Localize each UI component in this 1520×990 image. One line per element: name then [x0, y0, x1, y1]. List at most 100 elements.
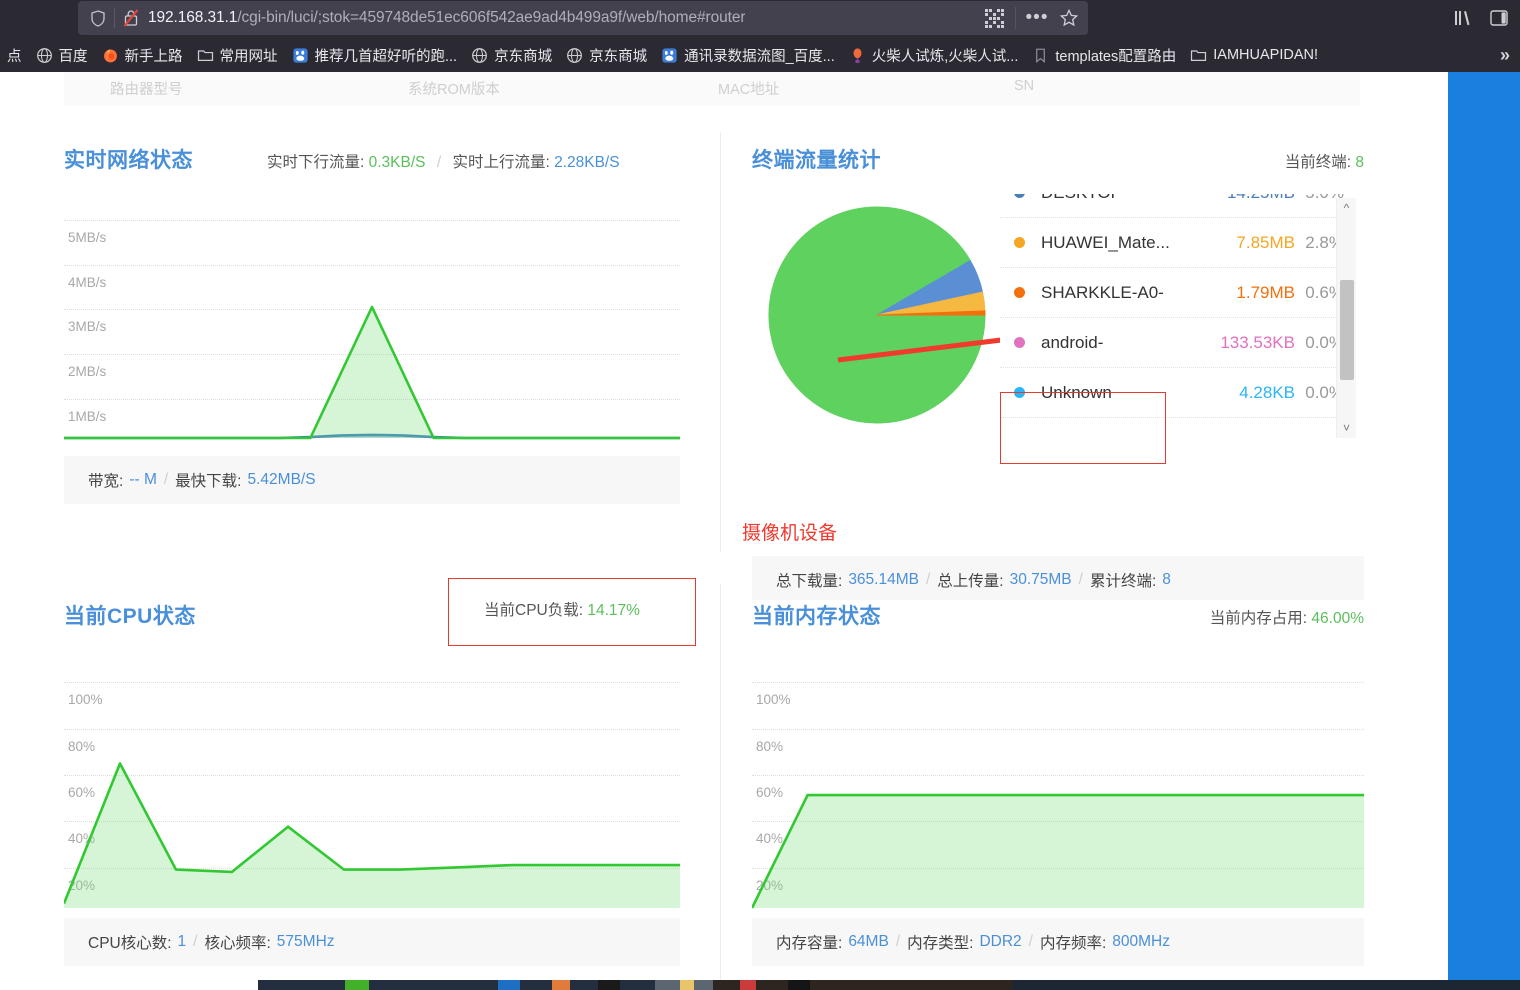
cpu-cores-value: 1: [177, 933, 187, 950]
legend-row[interactable]: DESKTOP-14.25MB5.0%: [1000, 194, 1344, 218]
info-col-sn: SN: [1014, 78, 1035, 94]
globe-icon: [567, 47, 583, 63]
memory-status-footer: 内存容量: 64MB / 内存类型: DDR2 / 内存频率: 800MHz: [752, 918, 1364, 966]
terminal-traffic-header: 终端流量统计 当前终端: 8: [752, 144, 1364, 174]
mem-footer-sep-2: /: [1028, 933, 1033, 950]
cpu-status-footer: CPU核心数: 1 / 核心频率: 575MHz: [64, 918, 680, 966]
firefox-icon: [103, 49, 117, 62]
broken-lock-icon[interactable]: [123, 9, 139, 27]
taskbar-icon-orange[interactable]: [552, 980, 570, 990]
current-terminals-label: 当前终端:: [1284, 154, 1352, 171]
memory-usage-chart: 20%40%60%80%100%: [752, 654, 1364, 922]
bookmark-item-3[interactable]: 常用网址: [190, 42, 285, 68]
browser-toolbar-right: [1448, 2, 1514, 34]
bookmark-item-7[interactable]: 通讯录数据流图_百度...: [654, 42, 842, 68]
bookmark-item-2[interactable]: 新手上路: [95, 42, 190, 68]
cpu-footer-sep-1: /: [193, 933, 198, 950]
realtime-network-chart: 1MB/s 2MB/s 3MB/s 4MB/s 5MB/s: [64, 192, 680, 452]
bookmark-item-4[interactable]: 推荐几首超好听的跑...: [285, 42, 465, 68]
cpu-status-card: 当前CPU状态 当前CPU负载: 14.17% 20%40%60%80%100%…: [64, 578, 696, 966]
legend-row[interactable]: SHARKKLE-A0- 1.79MB 0.6%: [1000, 268, 1344, 318]
realtime-network-header: 实时网络状态 实时下行流量: 0.3KB/S / 实时上行流量: 2.28KB/…: [64, 144, 680, 174]
taskbar-seg-left: [0, 980, 258, 990]
address-bar[interactable]: 192.168.31.1/cgi-bin/luci/;stok=459748de…: [78, 1, 1088, 35]
library-icon[interactable]: [1448, 3, 1478, 33]
folder-icon: [197, 49, 213, 61]
memory-status-title: 当前内存状态: [752, 605, 881, 628]
scroll-down-icon[interactable]: ˅: [1343, 418, 1350, 438]
os-taskbar: [0, 980, 1520, 990]
bookmark-label: 常用网址: [219, 48, 278, 65]
bookmarks-bar: 点 百度 新手上路 常用网址 推荐几首超好听的跑... 京东商城 京东商城 通讯录数据流图_百…: [0, 38, 1520, 72]
taskbar-icon-blue[interactable]: [498, 980, 520, 990]
column-divider-top: [720, 132, 721, 552]
taskbar-icon-black[interactable]: [788, 980, 810, 990]
taskbar-icon-yellow[interactable]: [680, 980, 694, 990]
bookmark-item-10[interactable]: IAMHUAPIDAN!: [1183, 42, 1325, 68]
more-actions-icon[interactable]: •••: [1022, 3, 1052, 33]
chart-area-fill: [64, 307, 680, 438]
shield-icon[interactable]: [90, 9, 106, 27]
scrollbar-thumb[interactable]: [1339, 280, 1354, 380]
bookmark-label: 新手上路: [124, 48, 183, 65]
chart-plot-area: [752, 793, 1364, 909]
memory-status-header: 当前内存状态 当前内存占用: 46.00%: [752, 600, 1364, 630]
stat-separator: /: [436, 154, 442, 171]
memory-usage-stat: 当前内存占用: 46.00%: [1210, 606, 1364, 628]
bookmark-item-6[interactable]: 京东商城: [559, 42, 654, 68]
sidebar-toggle-icon[interactable]: [1484, 3, 1514, 33]
down-label: 实时下行流量:: [267, 154, 365, 171]
memory-freq-label: 内存频率:: [1039, 935, 1107, 952]
bookmark-item-5[interactable]: 京东商城: [464, 42, 559, 68]
total-terminals-value: 8: [1162, 571, 1171, 588]
legend-device-name: android-: [1041, 332, 1104, 352]
t-footer-sep-2: /: [1078, 571, 1083, 588]
legend-device-name: DESKTOP-: [1041, 194, 1197, 203]
bookmark-item-8[interactable]: 火柴人试炼,火柴人试...: [842, 42, 1026, 68]
memory-capacity-value: 64MB: [848, 933, 889, 950]
legend-traffic-size: 133.53KB: [1220, 332, 1295, 352]
qr-code-icon[interactable]: [979, 3, 1009, 33]
taskbar-icon-red[interactable]: [740, 980, 756, 990]
bookmark-star-icon[interactable]: [1054, 3, 1084, 33]
legend-device-name: HUAWEI_Mate...: [1041, 232, 1170, 252]
terminal-legend-scrollbar[interactable]: ^ ˅: [1336, 198, 1356, 438]
cpu-freq-value: 575MHz: [276, 933, 335, 950]
scrollbar-track[interactable]: [1337, 218, 1357, 418]
total-down-value: 365.14MB: [848, 571, 919, 588]
scroll-up-icon[interactable]: ^: [1344, 198, 1350, 218]
memory-usage-label: 当前内存占用:: [1209, 610, 1308, 627]
taskbar-icon-green[interactable]: [345, 980, 369, 990]
browser-chrome: 192.168.31.1/cgi-bin/luci/;stok=459748de…: [0, 0, 1520, 72]
bookmark-item-9[interactable]: templates配置路由: [1025, 42, 1183, 68]
legend-traffic-size: 4.28KB: [1239, 382, 1295, 402]
right-blue-panel: [1448, 72, 1520, 980]
legend-traffic-size: 7.85MB: [1236, 232, 1295, 252]
unknown-row-highlight: [1000, 392, 1166, 464]
info-col-mac: MAC地址: [718, 82, 780, 98]
baidu-icon: [662, 47, 677, 63]
bookmark-item-0[interactable]: 点: [0, 42, 29, 68]
memory-capacity-label: 内存容量:: [776, 935, 843, 952]
url-text[interactable]: 192.168.31.1/cgi-bin/luci/;stok=459748de…: [148, 9, 745, 27]
realtime-network-stats: 实时下行流量: 0.3KB/S / 实时上行流量: 2.28KB/S: [267, 150, 620, 172]
memory-type-value: DDR2: [979, 933, 1022, 950]
legend-row[interactable]: HUAWEI_Mate... 7.85MB 2.8%: [1000, 218, 1344, 268]
current-terminals-value: 8: [1355, 154, 1364, 171]
bookmarks-overflow-icon[interactable]: »: [1500, 45, 1520, 66]
bookmark-item-1[interactable]: 百度: [29, 42, 95, 68]
address-bar-actions: •••: [979, 1, 1084, 35]
chart-plot-area: [64, 305, 680, 440]
memory-usage-value: 46.00%: [1311, 610, 1364, 627]
taskbar-icon-dark[interactable]: [598, 980, 620, 990]
legend-row[interactable]: android- 133.53KB 0.0%: [1000, 318, 1344, 368]
mem-footer-sep-1: /: [895, 933, 901, 950]
realtime-network-footer: 带宽: -- M / 最快下载: 5.42MB/S: [64, 456, 680, 504]
memory-type-label: 内存类型:: [907, 935, 974, 952]
bookmark-label: 京东商城: [589, 48, 648, 65]
fastest-value: 5.42MB/S: [247, 471, 316, 488]
bandwidth-value: -- M: [129, 471, 157, 488]
legend-color-dot: [1014, 287, 1025, 298]
bookmark-outline-icon: [1036, 48, 1046, 63]
info-col-rom: 系统ROM版本: [408, 82, 500, 98]
